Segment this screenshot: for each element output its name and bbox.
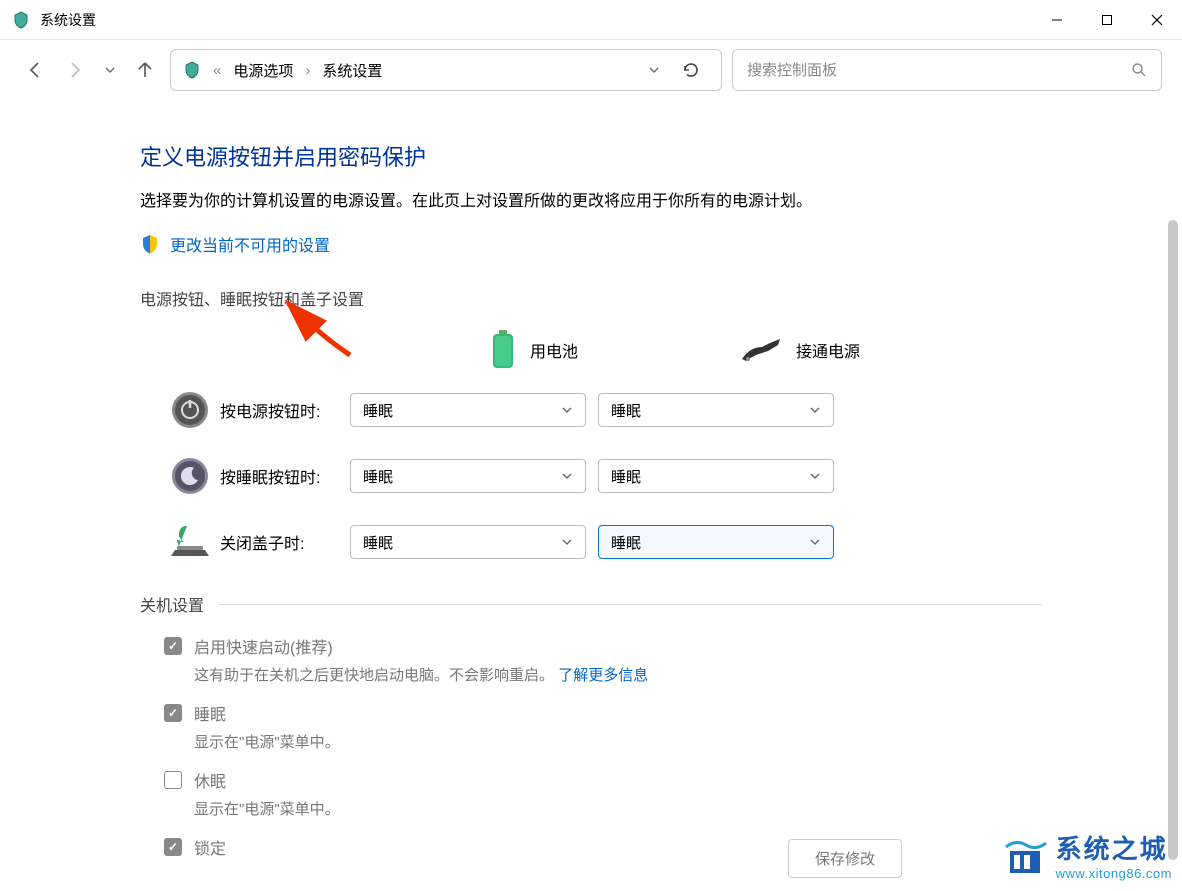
lid-close-battery-select[interactable]: 睡眠 [350,525,586,559]
chevron-down-icon [809,536,821,548]
lid-close-plugged-select[interactable]: 睡眠 [598,525,834,559]
fast-startup-label: 启用快速启动(推荐) [194,634,333,658]
window-title: 系统设置 [40,10,96,30]
chevron-down-icon [809,404,821,416]
save-changes-button[interactable]: 保存修改 [788,839,902,878]
select-value: 睡眠 [611,400,809,421]
power-section-label: 电源按钮、睡眠按钮和盖子设置 [140,286,1042,310]
page-title: 定义电源按钮并启用密码保护 [140,140,1042,172]
sleep-button-icon [170,456,210,496]
app-icon [12,11,30,29]
sleep-desc: 显示在"电源"菜单中。 [194,731,1042,752]
power-button-plugged-select[interactable]: 睡眠 [598,393,834,427]
maximize-button[interactable] [1082,0,1132,40]
select-value: 睡眠 [363,400,561,421]
lid-close-label: 关闭盖子时: [220,530,350,554]
plugged-header-label: 接通电源 [796,338,860,362]
nav-up-button[interactable] [130,55,160,85]
select-value: 睡眠 [363,532,561,553]
sleep-checkbox[interactable] [164,704,182,722]
minimize-button[interactable] [1032,0,1082,40]
sleep-button-battery-select[interactable]: 睡眠 [350,459,586,493]
page-description: 选择要为你的计算机设置的电源设置。在此页上对设置所做的更改将应用于你所有的电源计… [140,190,1042,214]
shield-icon [183,61,201,79]
nav-history-dropdown[interactable] [100,55,120,85]
refresh-button[interactable] [673,61,709,79]
search-bar[interactable] [732,49,1162,91]
chevron-down-icon [561,470,573,482]
shutdown-section-title: 关机设置 [140,592,204,616]
hibernate-desc: 显示在"电源"菜单中。 [194,798,1042,819]
chevron-down-icon [561,404,573,416]
close-button[interactable] [1132,0,1182,40]
power-button-icon [170,390,210,430]
sleep-button-label: 按睡眠按钮时: [220,464,350,488]
power-button-battery-select[interactable]: 睡眠 [350,393,586,427]
chevron-down-icon [561,536,573,548]
hibernate-label: 休眠 [194,768,226,792]
hibernate-checkbox[interactable] [164,771,182,789]
change-unavailable-settings-link[interactable]: 更改当前不可用的设置 [170,232,330,256]
search-icon [1131,62,1147,78]
learn-more-link[interactable]: 了解更多信息 [558,667,648,684]
nav-forward-button[interactable] [60,55,90,85]
sleep-label: 睡眠 [194,701,226,725]
watermark-title: 系统之城 [1056,829,1172,866]
chevron-down-icon [809,470,821,482]
address-dropdown-icon[interactable] [647,63,661,77]
nav-back-button[interactable] [20,55,50,85]
breadcrumb-prefix: « [213,62,221,79]
battery-icon [490,330,516,370]
divider [218,604,1042,605]
search-input[interactable] [747,62,1131,79]
plug-icon [740,337,782,363]
select-value: 睡眠 [363,466,561,487]
uac-shield-icon [140,234,160,254]
power-button-label: 按电源按钮时: [220,398,350,422]
breadcrumb-item-power-options[interactable]: 电源选项 [233,60,293,81]
breadcrumb-separator: › [305,62,310,79]
watermark: 系统之城 www.xitong86.com [1004,829,1172,881]
watermark-logo-icon [1004,833,1048,877]
fast-startup-desc: 这有助于在关机之后更快地启动电脑。不会影响重启。 [194,667,554,684]
breadcrumb-item-system-settings[interactable]: 系统设置 [322,60,382,81]
lid-close-icon [169,522,211,562]
select-value: 睡眠 [611,466,809,487]
address-bar[interactable]: « 电源选项 › 系统设置 [170,49,722,91]
watermark-subtitle: www.xitong86.com [1056,866,1172,881]
sleep-button-plugged-select[interactable]: 睡眠 [598,459,834,493]
vertical-scrollbar[interactable] [1168,220,1178,860]
select-value: 睡眠 [611,532,809,553]
battery-header-label: 用电池 [530,338,578,362]
fast-startup-checkbox[interactable] [164,637,182,655]
